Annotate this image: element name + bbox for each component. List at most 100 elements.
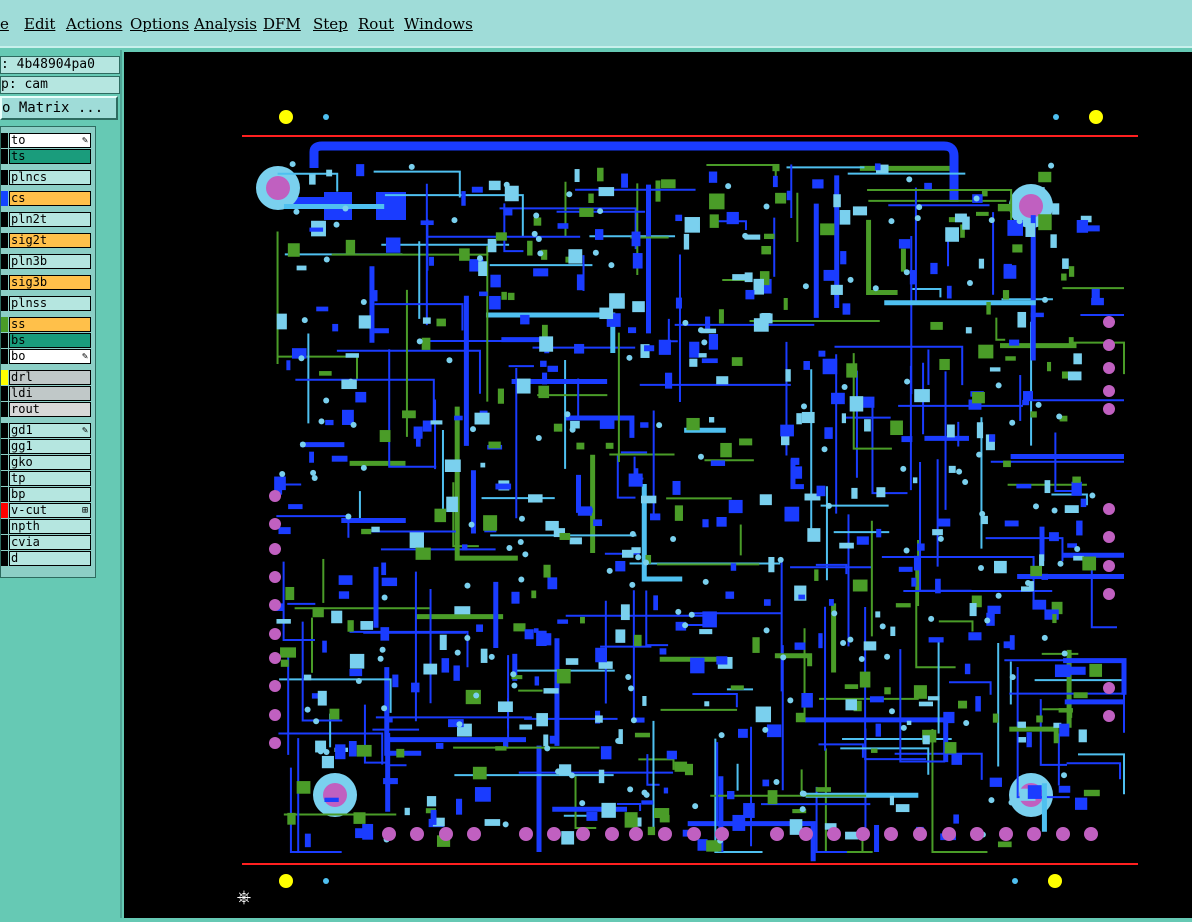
- mounting-hole-bl: [313, 773, 357, 817]
- layer-name: gko: [11, 455, 33, 469]
- layer-color-swatch[interactable]: [1, 333, 8, 348]
- layer-name: ts: [11, 149, 26, 163]
- layer-name: bs: [11, 333, 26, 347]
- layer-color-swatch[interactable]: [1, 317, 8, 332]
- layer-color-swatch[interactable]: [1, 296, 8, 311]
- layer-color-swatch[interactable]: [1, 386, 8, 401]
- menu-analysis[interactable]: Analysis: [194, 15, 257, 33]
- layer-color-swatch[interactable]: [1, 471, 8, 486]
- layer-color-swatch[interactable]: [1, 402, 8, 417]
- layer-row-drl[interactable]: drl: [9, 370, 91, 385]
- layer-color-swatch[interactable]: [1, 455, 8, 470]
- layer-color-swatch[interactable]: [1, 535, 8, 550]
- matrix-button[interactable]: o Matrix ...: [0, 96, 118, 120]
- layer-row-d[interactable]: d: [9, 551, 91, 566]
- layer-color-swatch[interactable]: [1, 487, 8, 502]
- crosshair-icon: ⎈: [236, 887, 252, 908]
- layer-row-bs[interactable]: bs: [9, 333, 91, 348]
- layer-row-v-cut[interactable]: v-cut ⊞: [9, 503, 91, 518]
- step-name-field: p: cam: [0, 76, 120, 94]
- layer-color-swatch[interactable]: [1, 133, 8, 148]
- menu-edit[interactable]: Edit: [24, 15, 55, 33]
- layer-panel: : 4b48904pa0 p: cam o Matrix ... to ✎ ts pl…: [0, 50, 122, 918]
- layer-row-plncs[interactable]: plncs: [9, 170, 91, 185]
- fiducial-bl: [279, 874, 293, 888]
- layer-row-tp[interactable]: tp: [9, 471, 91, 486]
- layer-name: pln3b: [11, 254, 48, 268]
- edit-icon: ✎: [81, 351, 88, 362]
- layer-color-swatch[interactable]: [1, 370, 8, 385]
- layer-color-swatch[interactable]: [1, 551, 8, 566]
- layer-name: plnss: [11, 296, 48, 310]
- layer-row-ts[interactable]: ts: [9, 149, 91, 164]
- grid-icon: ⊞: [81, 505, 88, 516]
- layer-row-ldi[interactable]: ldi: [9, 386, 91, 401]
- layer-name: bp: [11, 487, 26, 501]
- layer-color-swatch[interactable]: [1, 519, 8, 534]
- menu-actions[interactable]: Actions: [66, 15, 122, 33]
- layer-row-cs[interactable]: cs: [9, 191, 91, 206]
- edit-icon: ✎: [81, 135, 88, 146]
- layer-name: to: [11, 133, 26, 147]
- layer-name: plncs: [11, 170, 48, 184]
- layer-color-swatch[interactable]: [1, 275, 8, 290]
- layer-row-sig2t[interactable]: sig2t: [9, 233, 91, 248]
- mounting-hole-tl: [256, 166, 300, 210]
- menu-step[interactable]: Step: [313, 15, 348, 33]
- layer-name: v-cut: [11, 503, 48, 517]
- graphics-canvas[interactable]: [124, 52, 1192, 918]
- layer-row-gko[interactable]: gko: [9, 455, 91, 470]
- layer-color-swatch[interactable]: [1, 149, 8, 164]
- menu-file[interactable]: e: [0, 15, 9, 33]
- layer-row-to[interactable]: to ✎: [9, 133, 91, 148]
- menu-bar: e Edit Actions Options Analysis DFM Step…: [0, 0, 1192, 48]
- layer-name: rout: [11, 402, 40, 416]
- layer-color-swatch[interactable]: [1, 423, 8, 438]
- layer-name: pln2t: [11, 212, 48, 226]
- layer-row-bo[interactable]: bo ✎: [9, 349, 91, 364]
- layer-name: cs: [11, 191, 26, 205]
- layer-color-swatch[interactable]: [1, 439, 8, 454]
- layer-row-rout[interactable]: rout: [9, 402, 91, 417]
- layer-name: ss: [11, 317, 26, 331]
- layer-list: to ✎ ts plncs cs pln2t sig2t pln3b sig3b plnss ss b…: [0, 126, 96, 578]
- pcb-drawing: [242, 110, 1138, 888]
- layer-color-swatch[interactable]: [1, 349, 8, 364]
- layer-name: cvia: [11, 535, 40, 549]
- job-name-field: : 4b48904pa0: [0, 56, 120, 74]
- layer-color-swatch[interactable]: [1, 233, 8, 248]
- layer-color-swatch[interactable]: [1, 503, 8, 518]
- layer-name: gd1: [11, 423, 33, 437]
- layer-name: bo: [11, 349, 26, 363]
- layer-row-cvia[interactable]: cvia: [9, 535, 91, 550]
- layer-name: ldi: [11, 386, 33, 400]
- layer-name: npth: [11, 519, 40, 533]
- layer-row-sig3b[interactable]: sig3b: [9, 275, 91, 290]
- layer-row-pln3b[interactable]: pln3b: [9, 254, 91, 269]
- layer-row-npth[interactable]: npth: [9, 519, 91, 534]
- layer-color-swatch[interactable]: [1, 191, 8, 206]
- layer-name: d: [11, 551, 19, 565]
- layer-color-swatch[interactable]: [1, 212, 8, 227]
- layer-name: gg1: [11, 439, 33, 453]
- layer-row-gd1[interactable]: gd1 ✎: [9, 423, 91, 438]
- layer-row-ss[interactable]: ss: [9, 317, 91, 332]
- layer-color-swatch[interactable]: [1, 254, 8, 269]
- menu-dfm[interactable]: DFM: [263, 15, 301, 33]
- menu-windows[interactable]: Windows: [404, 15, 473, 33]
- layer-color-swatch[interactable]: [1, 170, 8, 185]
- layer-name: sig2t: [11, 233, 48, 247]
- edit-icon: ✎: [81, 425, 88, 436]
- layer-row-plnss[interactable]: plnss: [9, 296, 91, 311]
- fiducial-tl: [279, 110, 293, 124]
- fiducial-tr: [1089, 110, 1103, 124]
- layer-name: tp: [11, 471, 26, 485]
- layer-row-pln2t[interactable]: pln2t: [9, 212, 91, 227]
- layer-name: drl: [11, 370, 33, 384]
- menu-options[interactable]: Options: [130, 15, 189, 33]
- menu-rout[interactable]: Rout: [358, 15, 394, 33]
- layer-name: sig3b: [11, 275, 48, 289]
- layer-row-bp[interactable]: bp: [9, 487, 91, 502]
- layer-row-gg1[interactable]: gg1: [9, 439, 91, 454]
- fiducial-br: [1048, 874, 1062, 888]
